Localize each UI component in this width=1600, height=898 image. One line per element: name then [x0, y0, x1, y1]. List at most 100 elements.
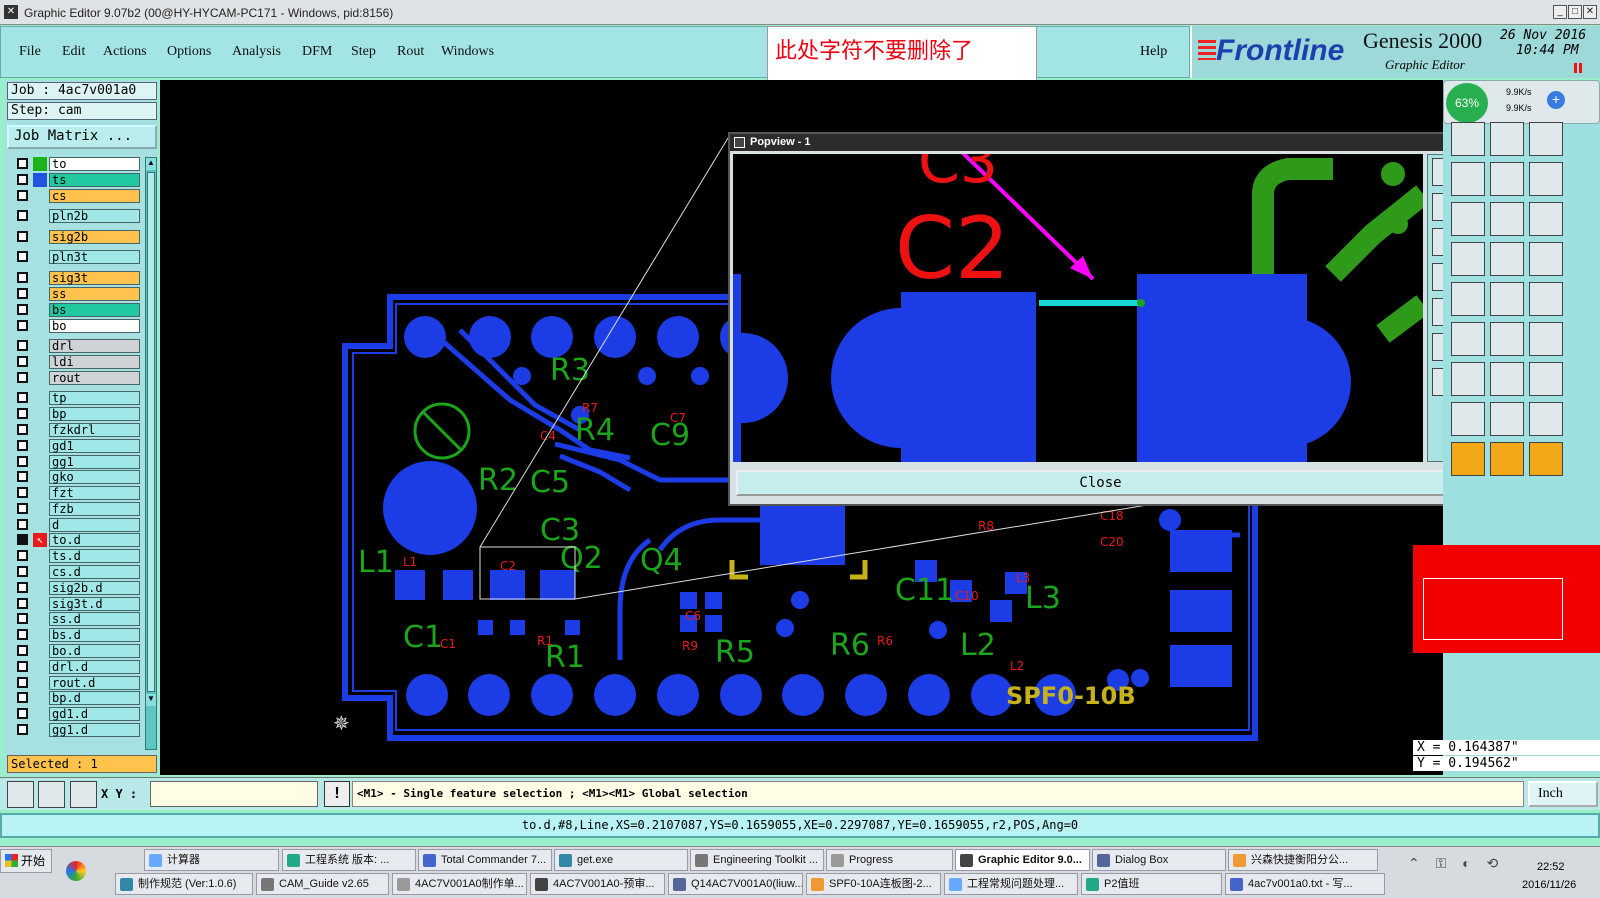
layer-color-swatch[interactable]: [33, 486, 47, 500]
layer-row-fzkdrl[interactable]: fzkdrl: [15, 423, 145, 437]
layer-row-fzb[interactable]: fzb: [15, 502, 145, 516]
flip-icon[interactable]: [1490, 122, 1524, 156]
layer-color-swatch[interactable]: [33, 628, 47, 642]
move-icon[interactable]: [1451, 122, 1485, 156]
job-matrix-button[interactable]: Job Matrix ...: [7, 125, 157, 149]
text-icon[interactable]: [1529, 322, 1563, 356]
layer-name[interactable]: tp: [49, 391, 140, 405]
layer-row-cs[interactable]: cs: [15, 189, 145, 203]
taskbar-item[interactable]: Q14AC7V001A0(liuw...: [668, 873, 803, 895]
pan-icon[interactable]: [1451, 162, 1485, 196]
layer-name[interactable]: sig2b: [49, 230, 140, 244]
layer-name[interactable]: rout: [49, 371, 140, 385]
layer-row-ss-d[interactable]: ss.d: [15, 612, 145, 626]
layer-name[interactable]: sig3t.d: [49, 597, 140, 611]
layer-row-cs-d[interactable]: cs.d: [15, 565, 145, 579]
menu-file[interactable]: File: [19, 44, 41, 60]
start-button[interactable]: 开始: [0, 849, 52, 873]
layer-color-swatch[interactable]: [33, 660, 47, 674]
layer-row-ts[interactable]: ts: [15, 173, 145, 187]
layer-checkbox[interactable]: [17, 392, 28, 403]
scale-icon[interactable]: [1490, 162, 1524, 196]
swap-icon[interactable]: [1529, 122, 1563, 156]
layer-name[interactable]: ss.d: [49, 612, 140, 626]
taskbar-item[interactable]: P2值班: [1081, 873, 1222, 895]
layer-color-swatch[interactable]: [33, 271, 47, 285]
color-apps-icon[interactable]: [66, 861, 86, 881]
layer-color-swatch[interactable]: [33, 549, 47, 563]
layer-row-drl[interactable]: drl: [15, 339, 145, 353]
layer-checkbox[interactable]: [17, 613, 28, 624]
layer-checkbox[interactable]: [17, 158, 28, 169]
ruler-icon[interactable]: [1490, 242, 1524, 276]
layer-name[interactable]: ss: [49, 287, 140, 301]
measure-icon[interactable]: [1490, 362, 1524, 396]
layer-color-swatch[interactable]: [33, 189, 47, 203]
layers-icon[interactable]: [1529, 362, 1563, 396]
taskbar-item[interactable]: SPF0-10A连板图-2...: [806, 873, 941, 895]
select-pair-icon[interactable]: [1529, 202, 1563, 236]
layer-row-d[interactable]: d: [15, 518, 145, 532]
layer-color-swatch[interactable]: [33, 173, 47, 187]
select-red-icon[interactable]: [1490, 202, 1524, 236]
layer-color-swatch[interactable]: [33, 303, 47, 317]
layer-name[interactable]: sig2b.d: [49, 581, 140, 595]
taskbar-item[interactable]: 4AC7V001A0制作单...: [392, 873, 527, 895]
menu-actions[interactable]: Actions: [103, 44, 147, 60]
scroll-up-icon[interactable]: ▲: [146, 158, 156, 170]
taskbar-item[interactable]: 4ac7v001a0.txt - 写...: [1225, 873, 1385, 895]
layer-checkbox[interactable]: [17, 190, 28, 201]
layer-name[interactable]: pln3t: [49, 250, 140, 264]
layer-name[interactable]: ts.d: [49, 549, 140, 563]
polygon-icon[interactable]: [1451, 242, 1485, 276]
layer-color-swatch[interactable]: [33, 565, 47, 579]
layer-color-swatch[interactable]: [33, 612, 47, 626]
layer-name[interactable]: cs: [49, 189, 140, 203]
layer-row-bp-d[interactable]: bp.d: [15, 691, 145, 705]
layer-checkbox[interactable]: [17, 372, 28, 383]
connect-icon[interactable]: [1529, 282, 1563, 316]
circle-icon[interactable]: [1529, 242, 1563, 276]
close-button[interactable]: ✕: [1583, 5, 1597, 19]
layer-row-drl-d[interactable]: drl.d: [15, 660, 145, 674]
layer-name[interactable]: bo: [49, 319, 140, 333]
layer-color-swatch[interactable]: [33, 470, 47, 484]
layer-row-bp[interactable]: bp: [15, 407, 145, 421]
layer-name[interactable]: bs: [49, 303, 140, 317]
layer-color-swatch[interactable]: [33, 371, 47, 385]
popview-close-button[interactable]: Close: [736, 470, 1465, 496]
layer-checkbox[interactable]: [17, 471, 28, 482]
minus-icon[interactable]: [1451, 362, 1485, 396]
taskbar-item[interactable]: Graphic Editor 9.0...: [955, 849, 1090, 871]
taskbar-item[interactable]: Dialog Box: [1092, 849, 1226, 871]
layer-color-swatch[interactable]: [33, 581, 47, 595]
layer-color-swatch[interactable]: [33, 339, 47, 353]
scroll-down-icon[interactable]: ▼: [146, 694, 156, 706]
arc3-icon[interactable]: [1529, 402, 1563, 436]
layer-row-ss[interactable]: ss: [15, 287, 145, 301]
layer-checkbox[interactable]: [17, 677, 28, 688]
taskbar-item[interactable]: CAM_Guide v2.65: [256, 873, 389, 895]
alert-icon[interactable]: !: [324, 781, 350, 807]
layer-name[interactable]: d: [49, 518, 140, 532]
layer-color-swatch[interactable]: [33, 707, 47, 721]
layer-name[interactable]: bp.d: [49, 691, 140, 705]
clock-time[interactable]: 22:52: [1537, 861, 1565, 873]
scroll-thumb[interactable]: [147, 172, 155, 692]
layer-row-to-d[interactable]: ↖ to.d: [15, 533, 145, 547]
layer-checkbox[interactable]: [17, 231, 28, 242]
layer-row-bo[interactable]: bo: [15, 319, 145, 333]
tray-icons[interactable]: ⌃ ⚿ ◐ ⟲: [1408, 855, 1528, 891]
layer-row-gd1[interactable]: gd1: [15, 439, 145, 453]
layer-checkbox[interactable]: [17, 661, 28, 672]
layer-row-gg1[interactable]: gg1: [15, 455, 145, 469]
layer-color-swatch[interactable]: [33, 723, 47, 737]
layer-checkbox[interactable]: [17, 174, 28, 185]
taskbar-item[interactable]: 兴森快捷衡阳分公...: [1228, 849, 1378, 871]
xy-input[interactable]: [150, 781, 318, 807]
layer-color-swatch[interactable]: [33, 455, 47, 469]
menu-dfm[interactable]: DFM: [302, 44, 332, 60]
layer-checkbox[interactable]: [17, 692, 28, 703]
undo-icon[interactable]: [1490, 322, 1524, 356]
layer-name[interactable]: to.d: [49, 533, 140, 547]
